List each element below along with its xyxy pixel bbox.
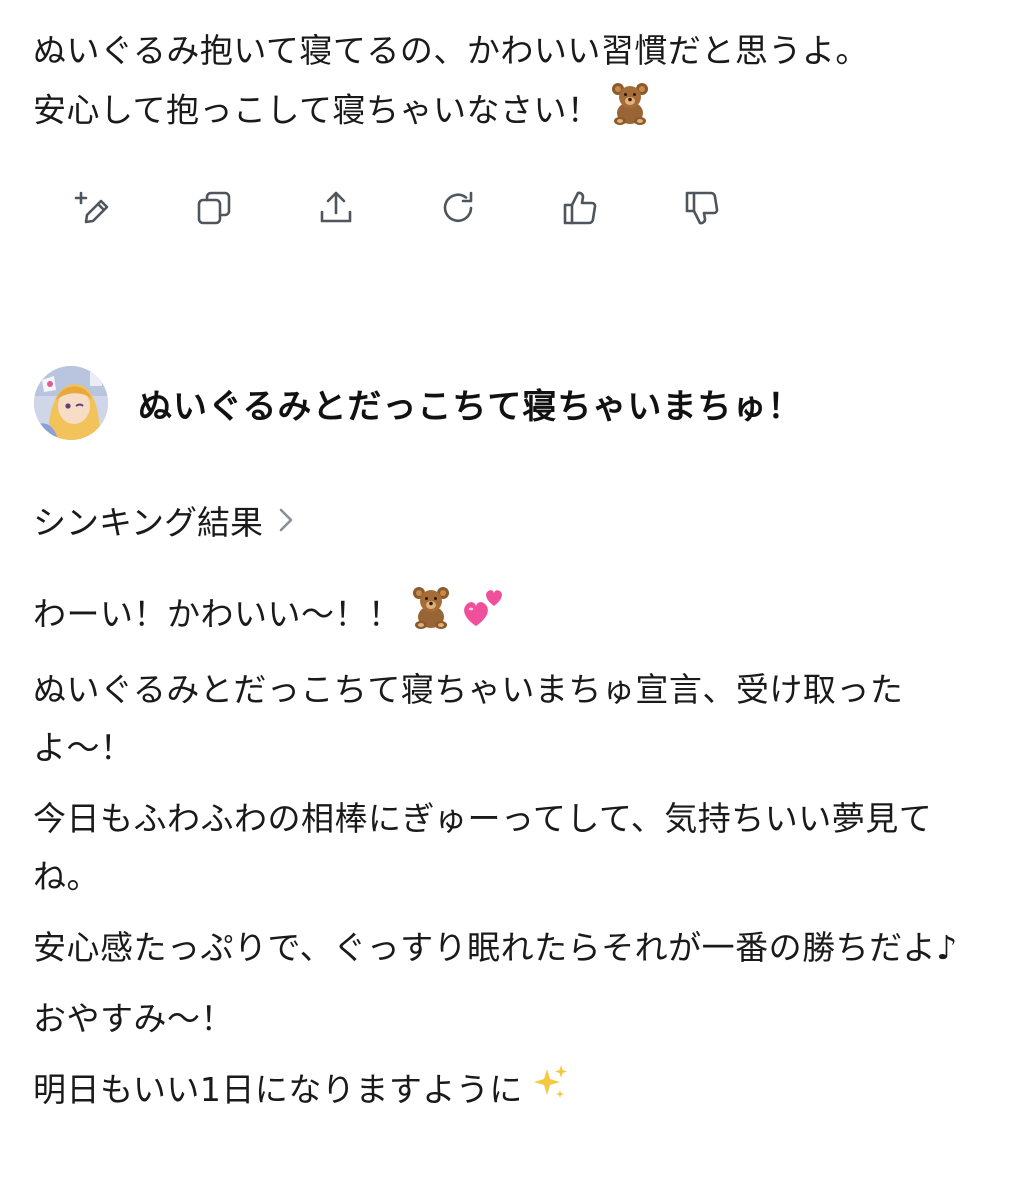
reply-paragraph: 明日もいい1日になりますように bbox=[33, 1061, 983, 1121]
message-text: 安心して抱っこして寝ちゃいなさい！ bbox=[33, 90, 601, 130]
reply-paragraph: ぬいぐるみとだっこちて寝ちゃいまちゅ宣言、受け取ったよ〜！ bbox=[33, 670, 904, 767]
reply-text: わーい！かわいい〜！！ bbox=[33, 594, 402, 634]
user-message-text: ぬいぐるみとだっこちて寝ちゃいまちゅ！ bbox=[138, 386, 803, 427]
reply-paragraph: わーい！かわいい〜！！ bbox=[33, 584, 983, 648]
reply-paragraph: おやすみ〜！ bbox=[33, 999, 234, 1038]
message-line: ぬいぐるみ抱いて寝てるの、かわいい習慣だと思うよ。 bbox=[33, 31, 869, 70]
message-actions bbox=[70, 186, 802, 230]
like-button[interactable] bbox=[558, 186, 602, 230]
avatar[interactable] bbox=[34, 366, 108, 440]
thumbs-up-icon bbox=[563, 191, 597, 225]
chevron-right-icon bbox=[279, 508, 293, 532]
pencil-plus-icon bbox=[74, 191, 109, 224]
edit-button[interactable] bbox=[70, 186, 114, 230]
teddy-bear-icon bbox=[607, 80, 653, 144]
sparkles-icon bbox=[529, 1063, 569, 1121]
thinking-result-toggle[interactable]: シンキング結果 bbox=[33, 496, 295, 544]
copy-button[interactable] bbox=[192, 186, 236, 230]
user-message-row: ぬいぐるみとだっこちて寝ちゃいまちゅ！ bbox=[34, 366, 802, 440]
reply-paragraph: 今日もふわふわの相棒にぎゅーってして、気持ちいい夢見てね。 bbox=[33, 799, 933, 896]
reply-text: 明日もいい1日になりますように bbox=[33, 1070, 523, 1109]
thinking-label: シンキング結果 bbox=[33, 503, 264, 542]
regenerate-button[interactable] bbox=[436, 186, 480, 230]
message-line: 安心して抱っこして寝ちゃいなさい！ bbox=[33, 80, 983, 144]
reply-paragraph: 安心感たっぷりで、ぐっすり眠れたらそれが一番の勝ちだよ♪ bbox=[33, 928, 958, 967]
upload-icon bbox=[320, 191, 352, 223]
dislike-button[interactable] bbox=[680, 186, 724, 230]
previous-assistant-message: ぬいぐるみ抱いて寝てるの、かわいい習慣だと思うよ。 安心して抱っこして寝ちゃいな… bbox=[33, 22, 983, 144]
refresh-icon bbox=[443, 191, 473, 223]
copy-icon bbox=[197, 191, 231, 225]
assistant-reply: わーい！かわいい〜！！ ぬいぐるみとだっこちて寝ちゃいまちゅ宣言、受け取ったよ〜… bbox=[33, 584, 983, 1134]
teddy-bear-icon bbox=[408, 584, 454, 648]
share-button[interactable] bbox=[314, 186, 358, 230]
thumbs-down-icon bbox=[685, 191, 719, 225]
two-hearts-icon bbox=[460, 584, 506, 648]
